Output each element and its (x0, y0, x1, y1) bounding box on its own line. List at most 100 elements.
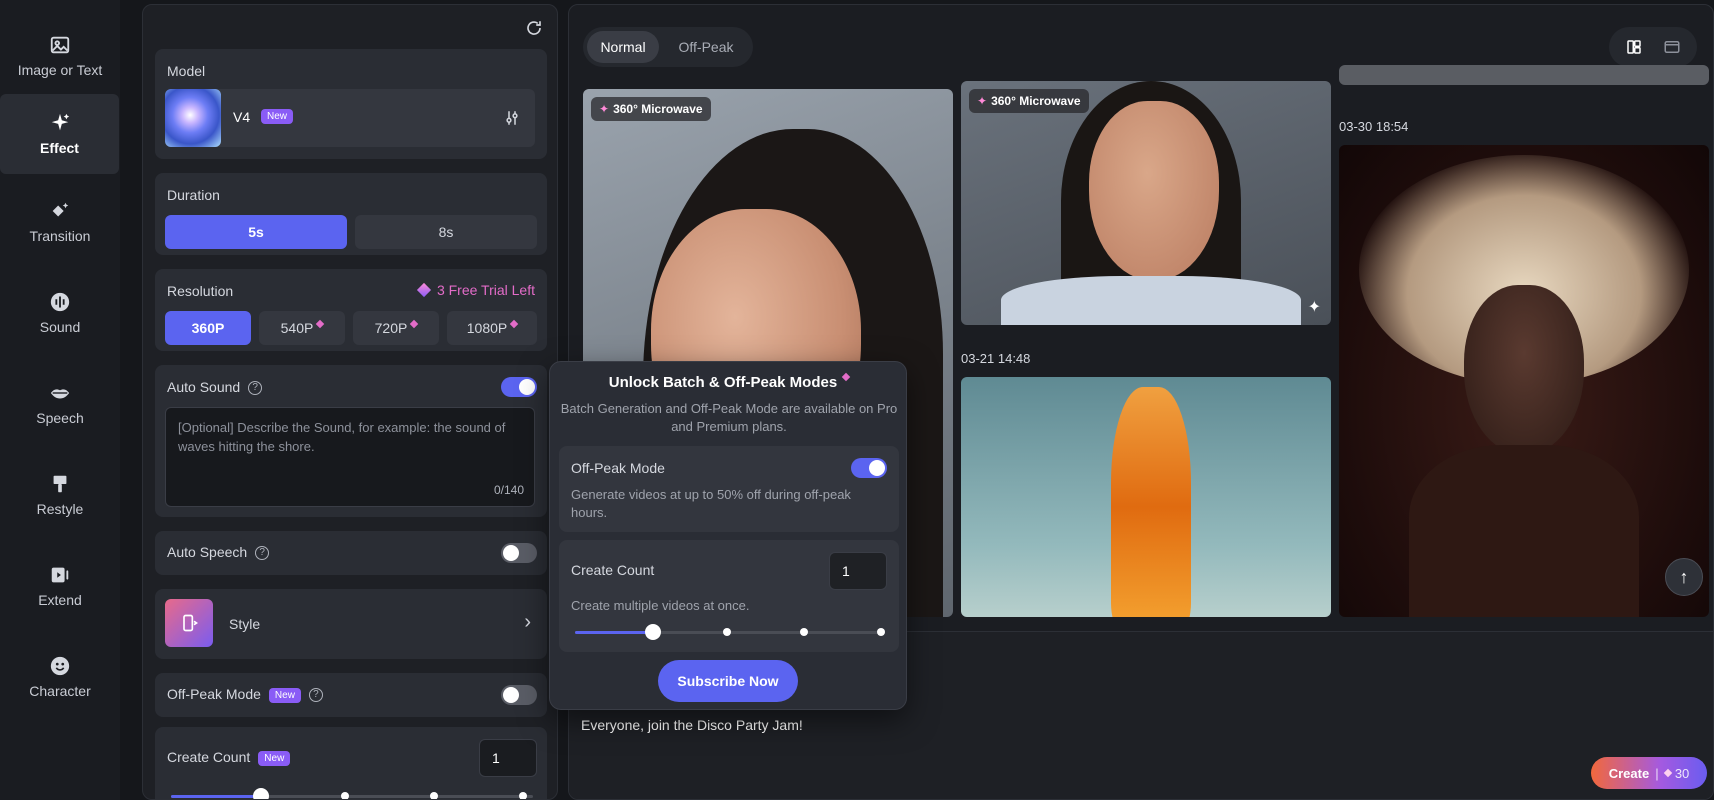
character-counter: 0/140 (493, 483, 524, 497)
smiley-face-icon (50, 656, 70, 676)
grid-view-icon[interactable] (1625, 38, 1643, 56)
effect-tag: ✦ 360° Microwave (969, 89, 1089, 113)
effect-tag: ✦ 360° Microwave (591, 97, 711, 121)
create-count-slider-knob[interactable] (253, 788, 269, 799)
off-peak-option-desc: Generate videos at up to 50% off during … (571, 487, 851, 520)
style-title: Style (229, 616, 261, 632)
brush-icon (53, 475, 67, 493)
popup-count-slider-knob[interactable] (645, 624, 661, 640)
help-icon[interactable]: ? (248, 381, 263, 396)
gem-icon (841, 372, 851, 382)
single-view-icon[interactable] (1663, 38, 1681, 56)
resolution-540p-button[interactable]: 540P (259, 311, 345, 345)
create-button[interactable]: Create | 30 (1591, 757, 1707, 789)
nav-item-label: Sound (39, 319, 81, 335)
gem-icon (316, 319, 325, 329)
mode-off-peak-tab[interactable]: Off-Peak (663, 31, 749, 63)
video-thumbnail[interactable]: ✦ 360° Microwave ✦ (961, 81, 1331, 325)
sliders-icon[interactable] (503, 109, 521, 127)
refresh-icon[interactable] (525, 19, 543, 37)
nav-item-label: Restyle (36, 501, 84, 517)
generation-date: 03-30 18:54 (1339, 119, 1409, 134)
auto-speech-toggle[interactable] (501, 543, 537, 563)
sound-description-input[interactable]: [Optional] Describe the Sound, for examp… (165, 407, 535, 507)
effect-tag-label: 360° Microwave (991, 94, 1081, 108)
nav-item-image-or-text[interactable]: Image or Text (0, 16, 120, 96)
sound-wave-icon (50, 292, 70, 312)
lips-icon (50, 389, 70, 399)
generation-date: 03-21 14:48 (961, 351, 1031, 366)
off-peak-toggle[interactable] (501, 685, 537, 705)
nav-item-sound[interactable]: Sound (0, 273, 120, 353)
create-count-label: Create Count (167, 749, 251, 765)
popup-subtitle: Batch Generation and Off-Peak Mode are a… (560, 401, 898, 434)
style-card[interactable]: Style › (155, 589, 547, 659)
prompt-text: Everyone, join the Disco Party Jam! (581, 717, 803, 733)
video-thumbnail[interactable] (961, 377, 1331, 617)
phone-icon (183, 614, 199, 632)
slider-step-dot[interactable] (800, 628, 808, 636)
create-count-card: Create Count New 1 (155, 727, 547, 799)
nav-item-speech[interactable]: Speech (0, 364, 120, 444)
slider-step-dot[interactable] (519, 792, 527, 799)
create-count-option-desc: Create multiple videos at once. (571, 598, 750, 613)
mode-switch: Normal Off-Peak (583, 27, 753, 67)
resolution-1080p-button[interactable]: 1080P (447, 311, 537, 345)
auto-sound-toggle[interactable] (501, 377, 537, 397)
popup-off-peak-toggle[interactable] (851, 458, 887, 478)
video-thumbnail[interactable] (1339, 145, 1709, 617)
model-selector[interactable]: V4 New (165, 89, 535, 147)
nav-item-restyle[interactable]: Restyle (0, 455, 120, 535)
help-icon[interactable]: ? (308, 688, 323, 703)
video-thumbnail[interactable] (1339, 65, 1709, 85)
popup-title-text: Unlock Batch & Off-Peak Modes (608, 374, 838, 391)
slider-step-dot[interactable] (877, 628, 885, 636)
off-peak-option: Off-Peak Mode Generate videos at up to 5… (559, 446, 899, 532)
create-count-option-title: Create Count (571, 562, 655, 578)
nav-item-effect[interactable]: Effect (0, 94, 119, 174)
slider-step-dot[interactable] (430, 792, 438, 799)
create-count-input[interactable]: 1 (479, 739, 537, 777)
resolution-card: Resolution 3 Free Trial Left 360P 540P 7… (155, 269, 547, 351)
mode-normal-tab[interactable]: Normal (587, 31, 659, 63)
model-thumbnail (165, 89, 221, 147)
resolution-title: Resolution (167, 283, 234, 299)
model-name: V4 (233, 109, 251, 125)
slider-step-dot[interactable] (341, 792, 349, 799)
auto-speech-title: Auto Speech? (167, 544, 270, 561)
free-trial-text: 3 Free Trial Left (436, 282, 535, 298)
sparkle-icon: ✦ (977, 94, 988, 108)
model-title: Model (167, 63, 206, 79)
nav-item-character[interactable]: Character (0, 637, 120, 717)
resolution-720p-button[interactable]: 720P (353, 311, 439, 345)
scroll-top-button[interactable]: ↑ (1665, 558, 1703, 596)
view-toggle (1609, 27, 1697, 67)
gem-icon (509, 319, 519, 329)
duration-5s-button[interactable]: 5s (165, 215, 347, 249)
create-button-label: Create (1608, 765, 1650, 781)
sparkle-watermark-icon: ✦ (1307, 299, 1321, 316)
nav-item-transition[interactable]: Transition (0, 182, 120, 262)
chevron-right-icon: › (524, 611, 531, 633)
duration-card: Duration 5s 8s (155, 173, 547, 255)
effect-tag-label: 360° Microwave (613, 102, 703, 116)
extend-video-icon (51, 567, 69, 583)
sparkle-icon (51, 113, 69, 131)
auto-sound-card: Auto Sound? [Optional] Describe the Soun… (155, 365, 547, 517)
resolution-label: 540P (280, 320, 314, 336)
credit-separator: | (1655, 765, 1659, 781)
nav-item-extend[interactable]: Extend (0, 546, 120, 626)
new-badge: New (261, 109, 294, 124)
resolution-label: 1080P (466, 320, 508, 336)
transition-icon (52, 202, 69, 217)
popup-create-count-input[interactable]: 1 (829, 552, 887, 590)
resolution-360p-button[interactable]: 360P (165, 311, 251, 345)
help-icon[interactable]: ? (255, 546, 270, 561)
portrait-shirt (1001, 276, 1301, 325)
credit-cost: 30 (1674, 765, 1690, 781)
subscribe-now-button[interactable]: Subscribe Now (658, 660, 798, 702)
gem-icon (410, 319, 419, 329)
slider-step-dot[interactable] (723, 628, 731, 636)
gem-icon (1663, 768, 1673, 778)
duration-8s-button[interactable]: 8s (355, 215, 537, 249)
